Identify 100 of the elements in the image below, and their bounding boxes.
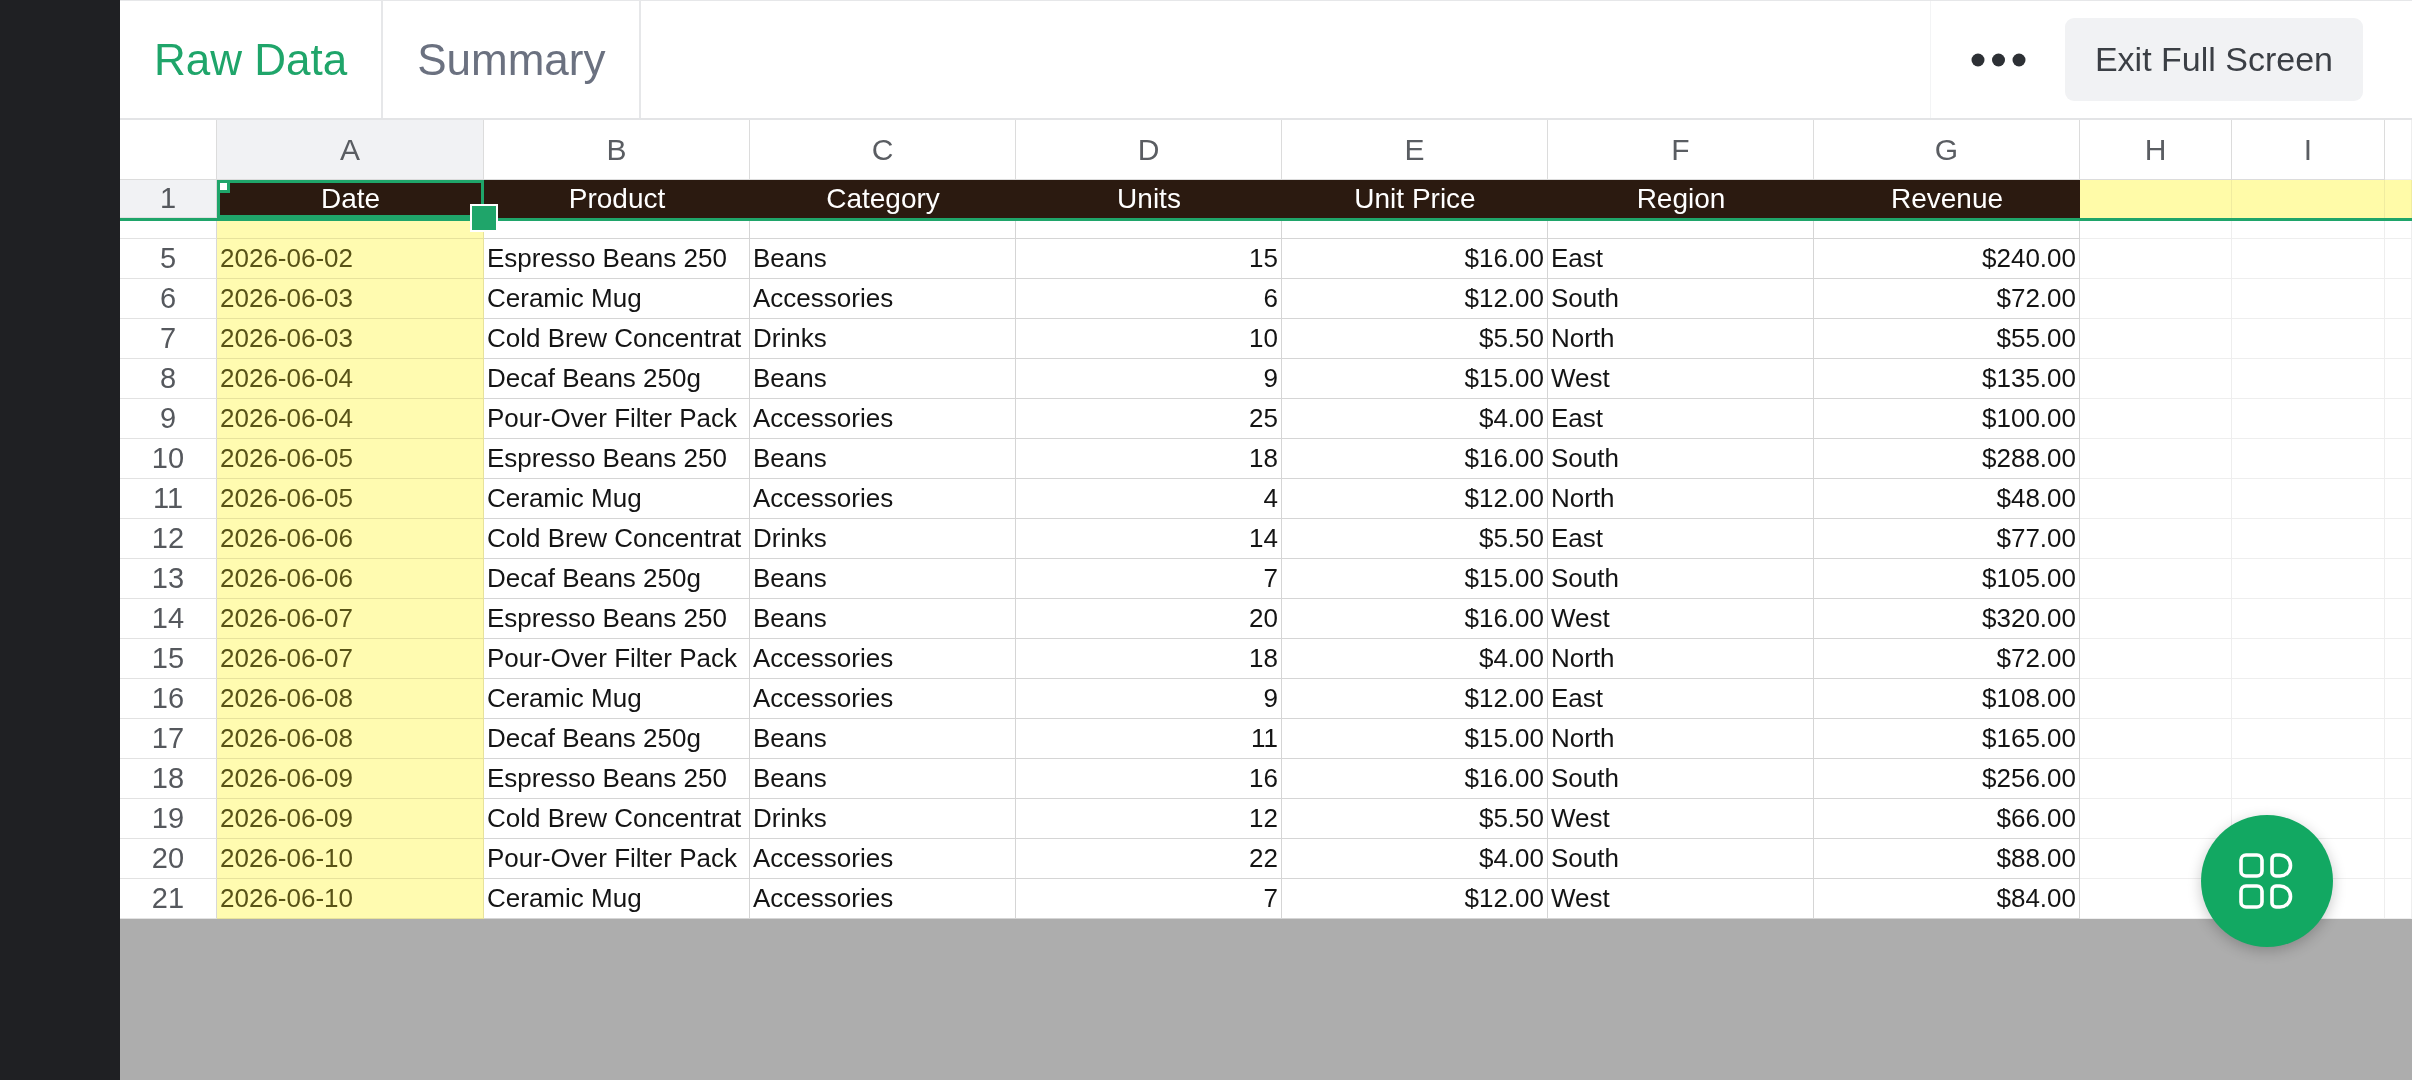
table-cell: $15.00: [1282, 559, 1548, 599]
row-number: 21: [120, 879, 217, 919]
table-cell: Drinks: [750, 799, 1016, 839]
table-cell: 11: [1016, 719, 1282, 759]
table-cell: 2026-06-07: [217, 599, 484, 639]
table-cell: North: [1548, 639, 1814, 679]
table-cell: South: [1548, 839, 1814, 879]
table-cell: 15: [1016, 239, 1282, 279]
more-icon: [1970, 52, 2026, 67]
table-cell: 2026-06-09: [217, 799, 484, 839]
table-cell: 9: [1016, 679, 1282, 719]
row-number: 13: [120, 559, 217, 599]
table-cell: 6: [1016, 279, 1282, 319]
table-cell: 2026-06-04: [217, 399, 484, 439]
table-cell: $105.00: [1814, 559, 2080, 599]
row-number: 5: [120, 239, 217, 279]
row-number: 10: [120, 439, 217, 479]
table-cell: Accessories: [750, 639, 1016, 679]
table-cell: 4: [1016, 479, 1282, 519]
table-cell: $66.00: [1814, 799, 2080, 839]
table-cell: 20: [1016, 599, 1282, 639]
table-cell: South: [1548, 759, 1814, 799]
table-cell: Beans: [750, 239, 1016, 279]
table-cell: $12.00: [1282, 479, 1548, 519]
table-cell: $5.50: [1282, 319, 1548, 359]
row-number: 19: [120, 799, 217, 839]
table-cell: $256.00: [1814, 759, 2080, 799]
table-cell: $16.00: [1282, 759, 1548, 799]
column-header: C: [750, 120, 1016, 180]
table-cell: Cold Brew Concentrat: [484, 319, 750, 359]
table-cell: South: [1548, 559, 1814, 599]
table-cell: Beans: [750, 559, 1016, 599]
table-cell: $12.00: [1282, 679, 1548, 719]
row-number: 1: [120, 180, 217, 218]
fill-handle-icon[interactable]: [470, 204, 498, 232]
table-cell: Beans: [750, 719, 1016, 759]
table-cell: 2026-06-08: [217, 679, 484, 719]
table-cell: $108.00: [1814, 679, 2080, 719]
table-cell: 2026-06-05: [217, 479, 484, 519]
table-cell: 2026-06-10: [217, 879, 484, 919]
table-cell: 14: [1016, 519, 1282, 559]
table-cell: 2026-06-06: [217, 519, 484, 559]
row-number: 17: [120, 719, 217, 759]
table-cell: $4.00: [1282, 399, 1548, 439]
table-cell: $88.00: [1814, 839, 2080, 879]
table-cell: Beans: [750, 759, 1016, 799]
table-cell: $135.00: [1814, 359, 2080, 399]
table-cell: 7: [1016, 559, 1282, 599]
table-cell: East: [1548, 239, 1814, 279]
table-cell: $320.00: [1814, 599, 2080, 639]
table-cell: West: [1548, 879, 1814, 919]
table-cell: Decaf Beans 250g: [484, 359, 750, 399]
table-cell: Accessories: [750, 479, 1016, 519]
table-cell: 25: [1016, 399, 1282, 439]
header-cell: Revenue: [1814, 180, 2080, 218]
table-cell: East: [1548, 519, 1814, 559]
table-cell: 2026-06-05: [217, 439, 484, 479]
table-cell: $4.00: [1282, 839, 1548, 879]
table-cell: 2026-06-08: [217, 719, 484, 759]
table-cell: $84.00: [1814, 879, 2080, 919]
table-cell: East: [1548, 679, 1814, 719]
row-number: 16: [120, 679, 217, 719]
column-header: D: [1016, 120, 1282, 180]
column-header: H: [2080, 120, 2232, 180]
table-cell: $240.00: [1814, 239, 2080, 279]
table-cell: $12.00: [1282, 879, 1548, 919]
row-number: 15: [120, 639, 217, 679]
table-cell: Accessories: [750, 679, 1016, 719]
table-cell: $16.00: [1282, 599, 1548, 639]
table-cell: $5.50: [1282, 519, 1548, 559]
table-cell: Pour-Over Filter Pack: [484, 639, 750, 679]
table-cell: Accessories: [750, 879, 1016, 919]
column-header: I: [2232, 120, 2385, 180]
table-cell: Accessories: [750, 279, 1016, 319]
table-cell: Cold Brew Concentrat: [484, 519, 750, 559]
table-cell: West: [1548, 799, 1814, 839]
table-cell: Decaf Beans 250g: [484, 719, 750, 759]
row-number: 14: [120, 599, 217, 639]
table-cell: $16.00: [1282, 439, 1548, 479]
table-cell: South: [1548, 279, 1814, 319]
table-cell: West: [1548, 599, 1814, 639]
column-header: F: [1548, 120, 1814, 180]
header-cell: Category: [750, 180, 1016, 218]
table-cell: $288.00: [1814, 439, 2080, 479]
table-cell: West: [1548, 359, 1814, 399]
header-cell: Date: [217, 180, 484, 218]
table-cell: Ceramic Mug: [484, 679, 750, 719]
table-cell: $77.00: [1814, 519, 2080, 559]
exit-fullscreen-button[interactable]: Exit Full Screen: [2064, 18, 2363, 101]
table-cell: Drinks: [750, 519, 1016, 559]
row-number: 6: [120, 279, 217, 319]
table-cell: Espresso Beans 250: [484, 599, 750, 639]
table-cell: South: [1548, 439, 1814, 479]
row-number: 7: [120, 319, 217, 359]
selection-handle-icon[interactable]: [217, 180, 230, 193]
table-cell: 18: [1016, 439, 1282, 479]
table-cell: $5.50: [1282, 799, 1548, 839]
table-cell: 10: [1016, 319, 1282, 359]
table-cell: 2026-06-02: [217, 239, 484, 279]
table-cell: 22: [1016, 839, 1282, 879]
